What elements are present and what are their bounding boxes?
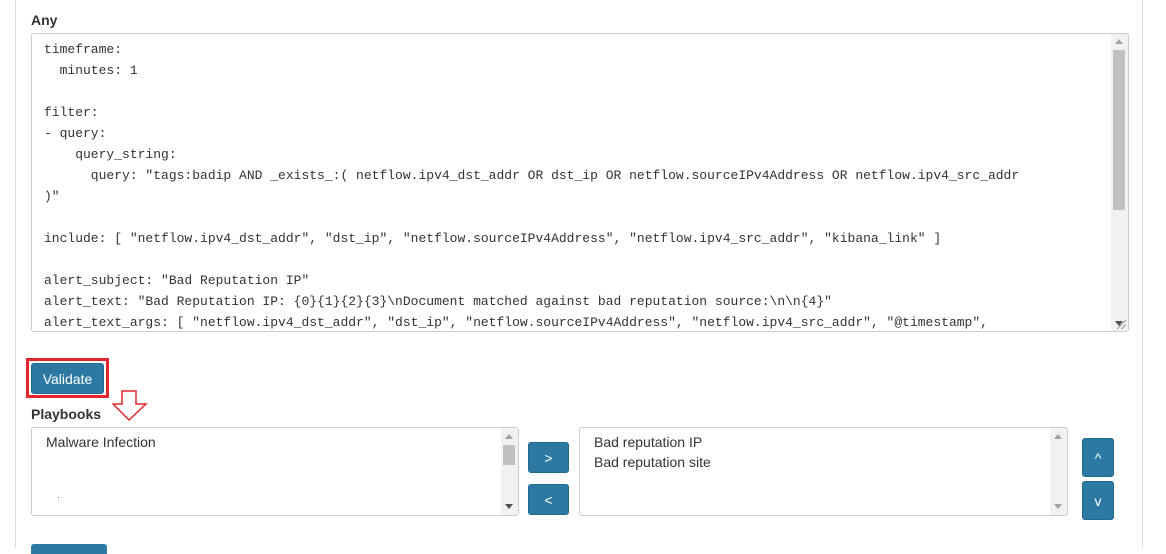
code-line: filter: [44,105,99,120]
scroll-down-icon[interactable] [1054,504,1062,509]
validate-button[interactable]: Validate [31,363,104,394]
list-dot [58,497,59,498]
resize-grip-icon[interactable] [1117,320,1126,329]
code-line: alert_subject: "Bad Reputation IP" [44,273,310,288]
selected-list-scrollbar[interactable] [1050,428,1067,515]
code-line: )" [44,189,60,204]
down-arrow-outline-icon [112,390,148,422]
rule-config-text: timeframe: minutes: 1 filter: - query: qu… [44,39,1114,331]
move-up-button[interactable]: ^ [1082,438,1114,477]
code-line: alert_text_args: [ "netflow.ipv4_dst_add… [44,315,988,330]
code-line: query_string: [44,147,177,162]
code-line: include: [ "netflow.ipv4_dst_addr", "dst… [44,231,942,246]
rule-config-scrollbar[interactable] [1111,34,1128,331]
code-line: timeframe: [44,42,123,57]
scroll-up-icon[interactable] [505,434,513,439]
selected-playbooks-items: Bad reputation IP Bad reputation site [594,432,711,472]
scroll-down-icon[interactable] [505,504,513,509]
playbook-option[interactable]: Malware Infection [46,432,156,452]
move-down-button[interactable]: v [1082,481,1114,520]
selected-playbooks-list[interactable]: Bad reputation IP Bad reputation site [579,427,1068,516]
scroll-thumb[interactable] [503,445,515,465]
playbook-option[interactable]: Bad reputation IP [594,432,711,452]
code-line: query: "tags:badip AND _exists_:( netflo… [44,168,1020,183]
code-line: - query: [44,126,107,141]
available-list-scrollbar[interactable] [501,428,518,515]
playbooks-label: Playbooks [31,406,102,422]
scroll-up-icon[interactable] [1115,39,1123,44]
code-line: alert_text: "Bad Reputation IP: {0}{1}{2… [44,294,832,309]
rule-config-textarea[interactable]: timeframe: minutes: 1 filter: - query: qu… [31,33,1129,332]
available-playbooks-items: Malware Infection [46,432,156,452]
available-playbooks-list[interactable]: Malware Infection [31,427,519,516]
any-label: Any [31,12,58,28]
submit-button[interactable] [31,544,107,554]
scroll-up-icon[interactable] [1054,434,1062,439]
scroll-thumb[interactable] [1113,50,1125,210]
remove-playbook-button[interactable]: < [528,484,569,515]
playbook-option[interactable]: Bad reputation site [594,452,711,472]
add-playbook-button[interactable]: > [528,442,569,473]
code-line: minutes: 1 [44,63,138,78]
